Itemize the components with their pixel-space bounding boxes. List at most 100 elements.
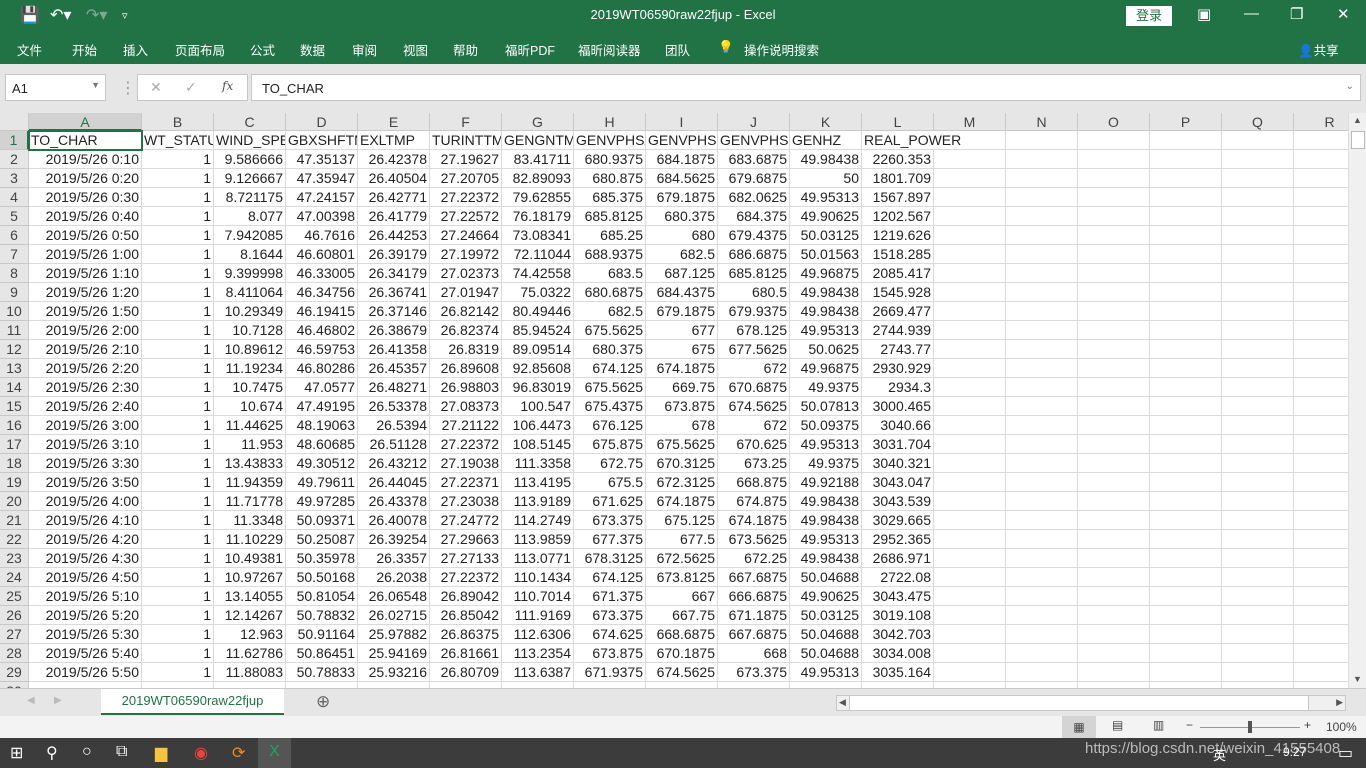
data-cell[interactable]: 27.27133: [430, 549, 502, 568]
data-cell[interactable]: 11.94359: [214, 473, 286, 492]
data-cell[interactable]: 7.942085: [214, 226, 286, 245]
excel-taskbar-icon[interactable]: X: [258, 738, 291, 768]
data-cell[interactable]: 111.9169: [502, 606, 574, 625]
cell[interactable]: [934, 397, 1006, 416]
cell[interactable]: [1294, 245, 1348, 264]
vertical-scrollbar[interactable]: ▲ ▼: [1348, 113, 1366, 688]
tab-help[interactable]: 帮助: [453, 40, 478, 59]
data-cell[interactable]: 2019/5/26 0:40: [29, 207, 142, 226]
cell[interactable]: [1222, 264, 1294, 283]
cell[interactable]: [934, 625, 1006, 644]
notification-icon[interactable]: ▭: [1338, 743, 1353, 763]
data-cell[interactable]: 680.375: [646, 207, 718, 226]
page-break-view-icon[interactable]: ▥: [1153, 718, 1164, 732]
data-cell[interactable]: 47.35947: [286, 169, 358, 188]
data-cell[interactable]: 46.80286: [286, 359, 358, 378]
data-cell[interactable]: 1: [142, 283, 214, 302]
data-cell[interactable]: 8.077: [214, 207, 286, 226]
cell[interactable]: [1294, 663, 1348, 682]
data-cell[interactable]: 114.2749: [502, 511, 574, 530]
cell[interactable]: [1294, 264, 1348, 283]
cancel-icon[interactable]: ✕: [150, 79, 162, 96]
data-cell[interactable]: 49.98438: [790, 302, 862, 321]
cell[interactable]: [1222, 359, 1294, 378]
cell[interactable]: [934, 454, 1006, 473]
data-cell[interactable]: 46.33005: [286, 264, 358, 283]
data-cell[interactable]: 49.96875: [790, 264, 862, 283]
cell[interactable]: [1078, 169, 1150, 188]
cell[interactable]: [1078, 302, 1150, 321]
data-cell[interactable]: 13.14055: [214, 587, 286, 606]
tab-foxit-pdf[interactable]: 福昕PDF: [505, 40, 555, 59]
cell[interactable]: [1078, 378, 1150, 397]
data-cell[interactable]: 11.3348: [214, 511, 286, 530]
cell[interactable]: [1294, 644, 1348, 663]
data-cell[interactable]: 1: [142, 302, 214, 321]
data-cell[interactable]: 686.6875: [718, 245, 790, 264]
data-cell[interactable]: 675.5625: [574, 378, 646, 397]
cell[interactable]: [1222, 150, 1294, 169]
cell[interactable]: [1006, 587, 1078, 606]
data-cell[interactable]: 2019/5/26 1:10: [29, 264, 142, 283]
data-cell[interactable]: 26.44045: [358, 473, 430, 492]
cell[interactable]: [1150, 644, 1222, 663]
data-cell[interactable]: 27.22372: [430, 188, 502, 207]
data-cell[interactable]: 676.125: [574, 416, 646, 435]
data-cell[interactable]: 2019/5/26 2:40: [29, 397, 142, 416]
data-cell[interactable]: 49.90625: [790, 587, 862, 606]
cell[interactable]: [1150, 625, 1222, 644]
cell[interactable]: [1294, 416, 1348, 435]
data-cell[interactable]: 684.4375: [646, 283, 718, 302]
cell[interactable]: [1078, 188, 1150, 207]
cell[interactable]: [934, 283, 1006, 302]
data-cell[interactable]: 10.674: [214, 397, 286, 416]
row-header-17[interactable]: 17: [0, 435, 29, 454]
data-cell[interactable]: 83.41711: [502, 150, 574, 169]
data-cell[interactable]: 2019/5/26 2:10: [29, 340, 142, 359]
data-cell[interactable]: 49.30512: [286, 454, 358, 473]
data-cell[interactable]: 11.10229: [214, 530, 286, 549]
data-cell[interactable]: 80.49446: [502, 302, 574, 321]
data-cell[interactable]: 675.5625: [646, 435, 718, 454]
data-cell[interactable]: 26.43378: [358, 492, 430, 511]
data-cell[interactable]: 674.5625: [718, 397, 790, 416]
data-cell[interactable]: 2019/5/26 4:10: [29, 511, 142, 530]
cell[interactable]: [934, 587, 1006, 606]
data-cell[interactable]: 675.4375: [574, 397, 646, 416]
data-cell[interactable]: 25.93216: [358, 663, 430, 682]
row-header-23[interactable]: 23: [0, 549, 29, 568]
data-cell[interactable]: 2019/5/26 0:20: [29, 169, 142, 188]
cell[interactable]: [1150, 378, 1222, 397]
cell[interactable]: [934, 511, 1006, 530]
cell[interactable]: [1150, 549, 1222, 568]
header-cell[interactable]: GENHZ: [790, 131, 862, 150]
data-cell[interactable]: 666.6875: [718, 587, 790, 606]
cell[interactable]: [934, 549, 1006, 568]
cell[interactable]: [1294, 340, 1348, 359]
data-cell[interactable]: 1: [142, 340, 214, 359]
data-cell[interactable]: 27.22372: [430, 568, 502, 587]
column-header-e[interactable]: E: [358, 113, 430, 131]
cell[interactable]: [1006, 359, 1078, 378]
minimize-icon[interactable]: —: [1244, 5, 1259, 22]
data-cell[interactable]: 13.43833: [214, 454, 286, 473]
data-cell[interactable]: 26.39179: [358, 245, 430, 264]
header-cell[interactable]: GENGNTMP: [502, 131, 574, 150]
cell[interactable]: [934, 663, 1006, 682]
row-header-14[interactable]: 14: [0, 378, 29, 397]
data-cell[interactable]: 9.399998: [214, 264, 286, 283]
cell[interactable]: [1006, 283, 1078, 302]
cell[interactable]: [934, 226, 1006, 245]
row-header-5[interactable]: 5: [0, 207, 29, 226]
data-cell[interactable]: 46.46802: [286, 321, 358, 340]
cell[interactable]: [1294, 511, 1348, 530]
data-cell[interactable]: 50.50168: [286, 568, 358, 587]
cell[interactable]: [1078, 511, 1150, 530]
ime-indicator[interactable]: 英: [1213, 745, 1226, 764]
cell[interactable]: [1222, 397, 1294, 416]
cell[interactable]: [1294, 359, 1348, 378]
data-cell[interactable]: 47.49195: [286, 397, 358, 416]
data-cell[interactable]: 74.42558: [502, 264, 574, 283]
tab-home[interactable]: 开始: [72, 40, 97, 59]
horizontal-scrollbar[interactable]: ◀ ▶: [836, 695, 1346, 711]
